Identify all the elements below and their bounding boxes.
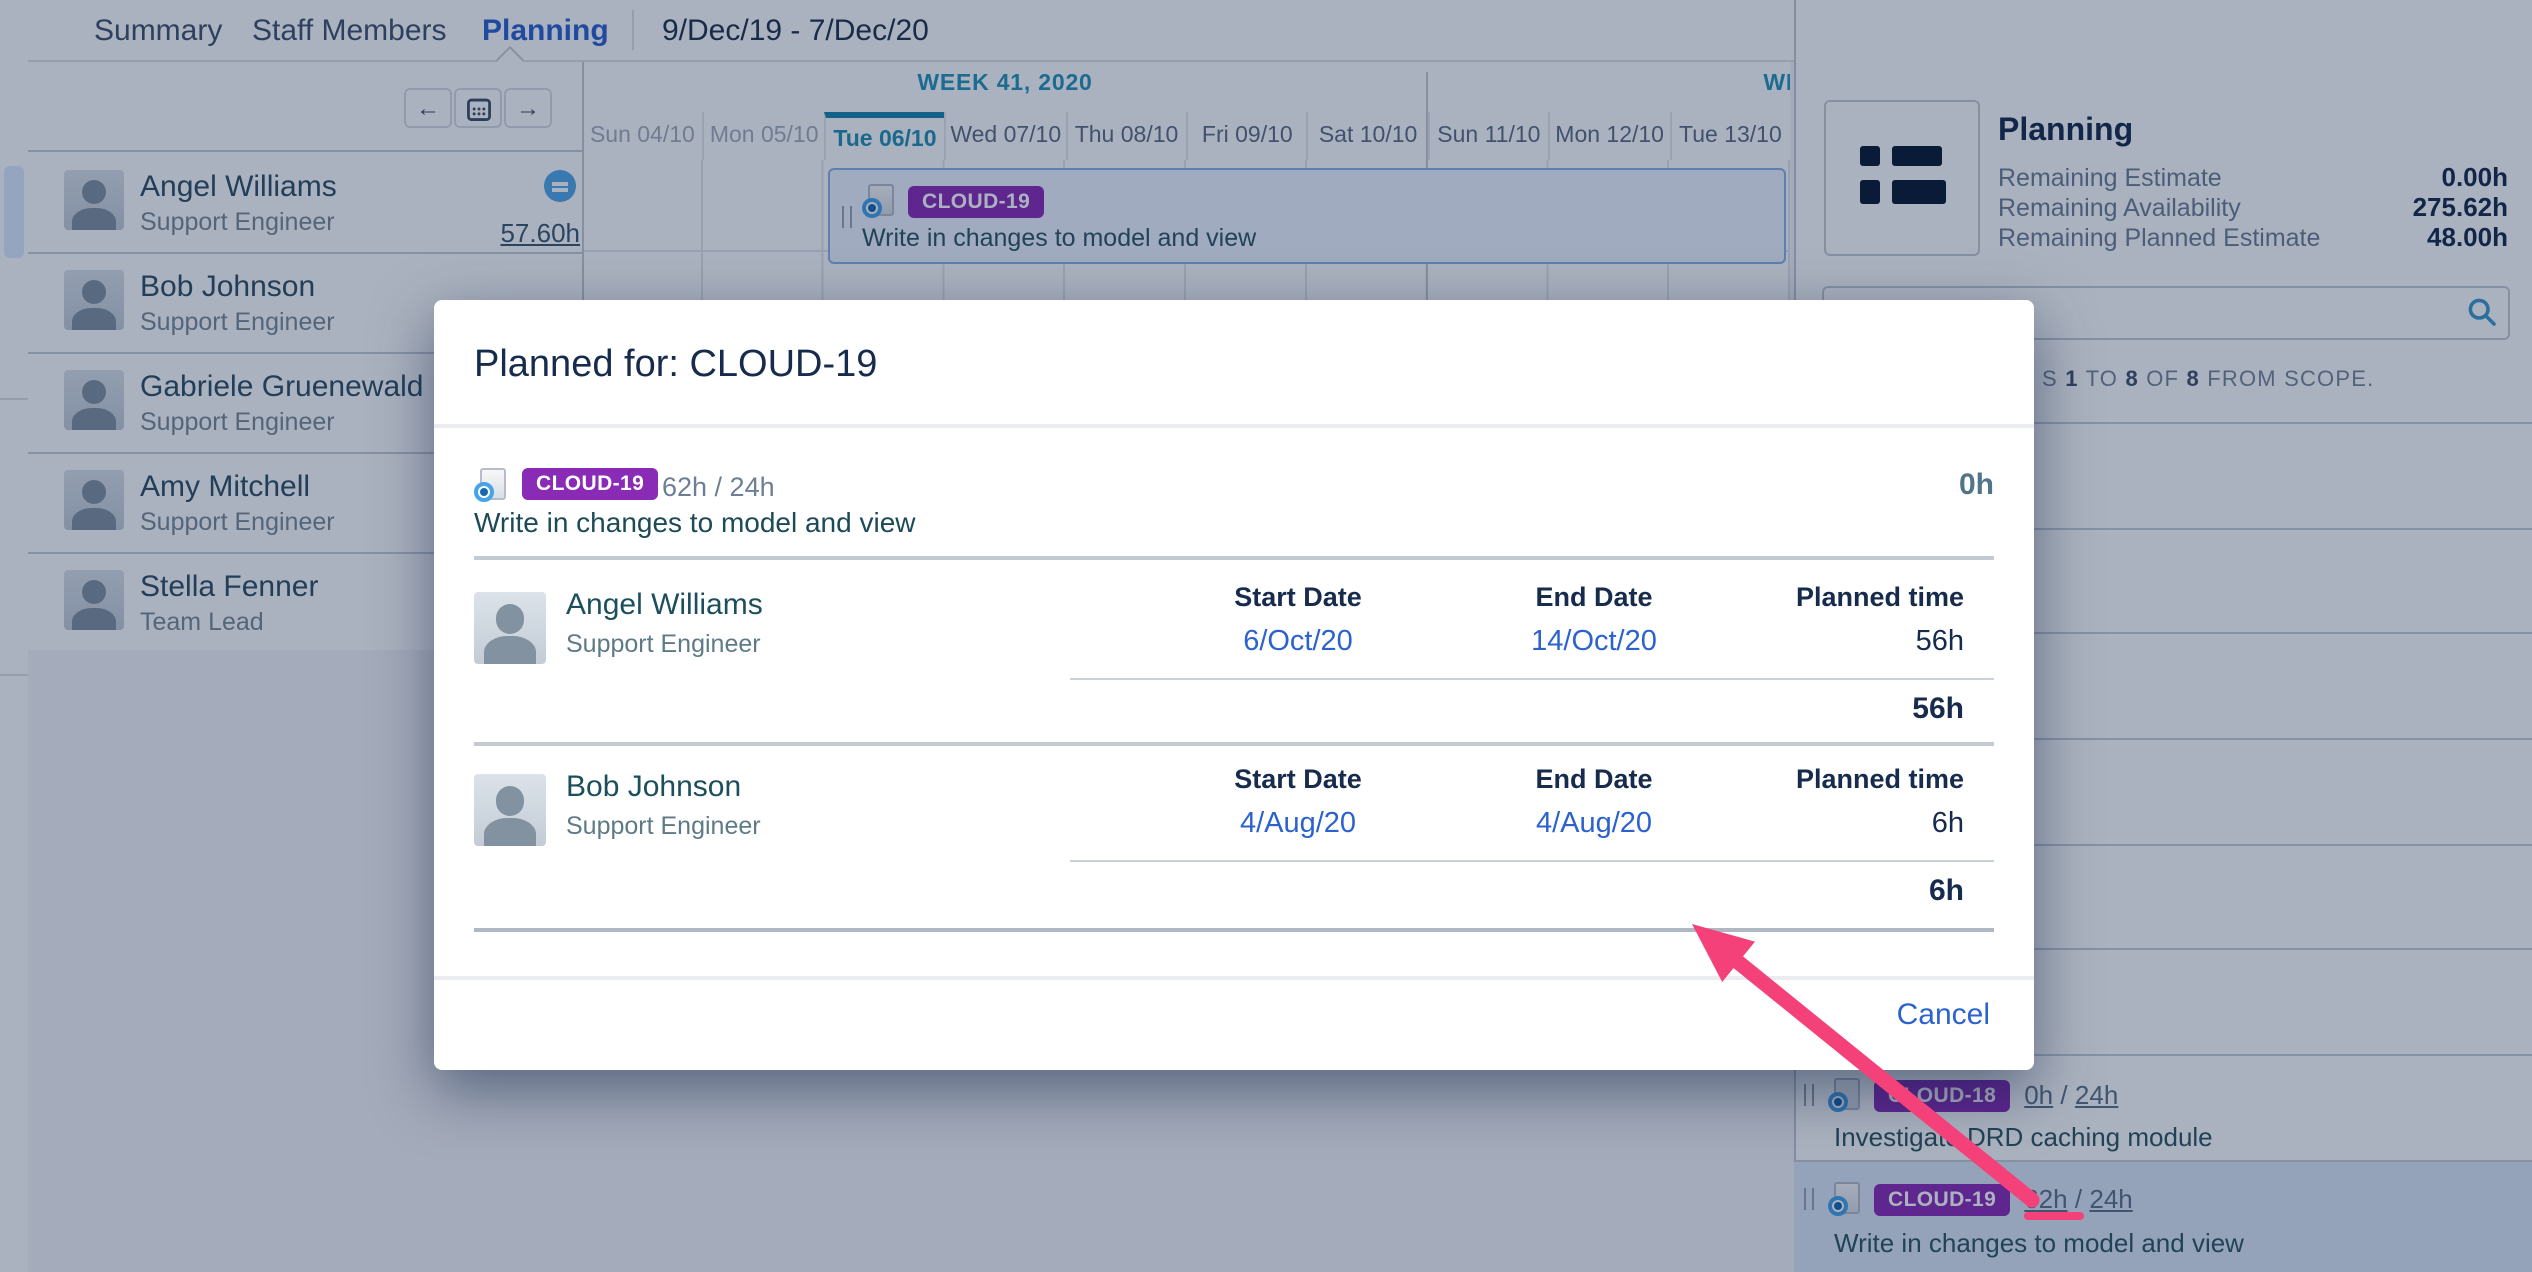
assignee-subtotal: 6h (1929, 874, 1964, 908)
column-header-start-date: Start Date (1234, 764, 1362, 794)
column-header-end-date: End Date (1535, 582, 1652, 612)
assignee-name-link[interactable]: Bob Johnson (566, 770, 741, 804)
avatar (474, 592, 546, 664)
column-header-planned-time: Planned time (1796, 582, 1964, 612)
divider (434, 424, 2034, 428)
planned-time-value[interactable]: 6h (1932, 808, 1964, 840)
planned-for-dialog: Planned for: CLOUD-19 CLOUD-19 62h / 24h… (434, 300, 2034, 1070)
end-date-link[interactable]: 14/Oct/20 (1531, 626, 1657, 658)
column-header-planned-time: Planned time (1796, 764, 1964, 794)
divider (1070, 678, 1994, 680)
footer-divider (434, 976, 2034, 980)
issue-type-icon (474, 468, 506, 502)
assignee-subtotal: 56h (1912, 692, 1964, 726)
assignee-name-link[interactable]: Angel Williams (566, 588, 763, 622)
column-header-start-date: Start Date (1234, 582, 1362, 612)
start-date-link[interactable]: 6/Oct/20 (1243, 626, 1353, 658)
issue-right-hours: 0h (1814, 468, 1994, 502)
issue-hours: 62h / 24h (662, 472, 775, 502)
planned-time-value[interactable]: 56h (1916, 626, 1964, 658)
column-header-end-date: End Date (1535, 764, 1652, 794)
divider (474, 556, 1994, 560)
cancel-button[interactable]: Cancel (1897, 998, 1990, 1032)
dialog-title: Planned for: CLOUD-19 (474, 344, 877, 388)
divider (474, 742, 1994, 745)
table-end-divider (474, 928, 1994, 932)
avatar (474, 774, 546, 846)
planning-app: Summary Staff Members Planning 9/Dec/19 … (0, 0, 2532, 1272)
assignee-role: Support Engineer (566, 630, 761, 658)
end-date-link[interactable]: 4/Aug/20 (1536, 808, 1652, 840)
issue-summary-link[interactable]: Write in changes to model and view (474, 506, 916, 538)
issue-key-badge: CLOUD-19 (522, 468, 658, 500)
start-date-link[interactable]: 4/Aug/20 (1240, 808, 1356, 840)
divider (1070, 860, 1994, 862)
assignee-role: Support Engineer (566, 812, 761, 840)
